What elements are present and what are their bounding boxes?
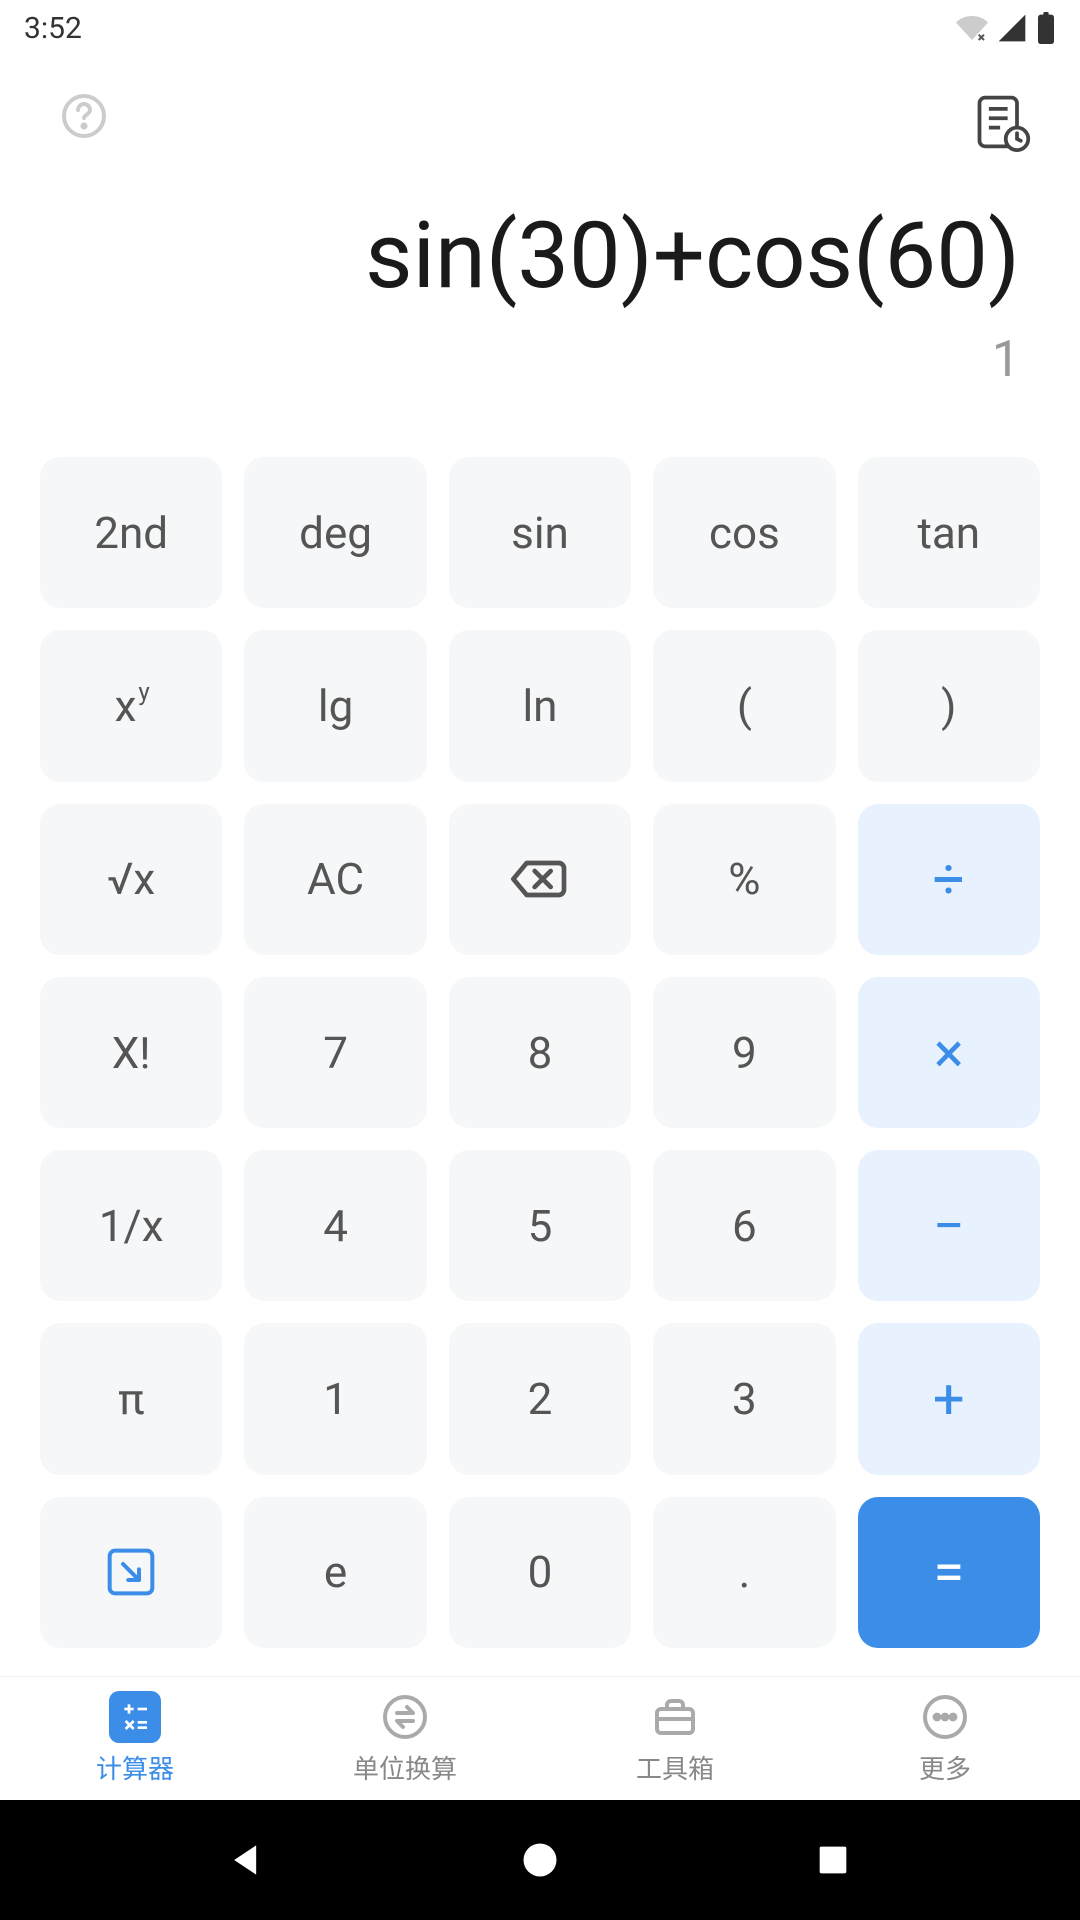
bottom-nav: 计算器 单位换算 工具箱 更多 <box>0 1676 1080 1800</box>
more-icon <box>919 1691 971 1743</box>
toolbox-icon <box>649 1691 701 1743</box>
key-5[interactable]: 5 <box>449 1150 631 1301</box>
key-deg[interactable]: deg <box>244 457 426 608</box>
key-pi[interactable]: π <box>40 1323 222 1474</box>
status-time: 3:52 <box>24 11 82 46</box>
nav-more[interactable]: 更多 <box>810 1677 1080 1800</box>
expression-display: sin(30)+cos(60) <box>60 206 1020 307</box>
key-6[interactable]: 6 <box>653 1150 835 1301</box>
key-9[interactable]: 9 <box>653 977 835 1128</box>
battery-icon <box>1036 12 1056 44</box>
key-factorial[interactable]: X! <box>40 977 222 1128</box>
wifi-off-icon <box>956 12 988 44</box>
key-multiply[interactable]: × <box>858 977 1040 1128</box>
key-reciprocal[interactable]: 1/x <box>40 1150 222 1301</box>
key-dot[interactable]: . <box>653 1497 835 1648</box>
key-minus[interactable]: − <box>858 1150 1040 1301</box>
status-bar: 3:52 <box>0 0 1080 56</box>
key-rparen[interactable]: ) <box>858 630 1040 781</box>
key-3[interactable]: 3 <box>653 1323 835 1474</box>
signal-icon <box>996 12 1028 44</box>
system-recent-button[interactable] <box>803 1830 863 1890</box>
key-7[interactable]: 7 <box>244 977 426 1128</box>
key-sqrt[interactable]: √x <box>40 804 222 955</box>
key-equals[interactable]: = <box>858 1497 1040 1648</box>
key-e[interactable]: e <box>244 1497 426 1648</box>
system-nav-bar <box>0 1800 1080 1920</box>
result-display: 1 <box>60 331 1020 389</box>
nav-unit-convert-label: 单位换算 <box>353 1749 457 1786</box>
key-ac[interactable]: AC <box>244 804 426 955</box>
status-icons <box>956 12 1056 44</box>
key-1[interactable]: 1 <box>244 1323 426 1474</box>
key-percent[interactable]: % <box>653 804 835 955</box>
nav-calculator-label: 计算器 <box>96 1749 174 1786</box>
key-backspace[interactable] <box>449 804 631 955</box>
key-0[interactable]: 0 <box>449 1497 631 1648</box>
nav-unit-convert[interactable]: 单位换算 <box>270 1677 540 1800</box>
key-ln[interactable]: ln <box>449 630 631 781</box>
key-4[interactable]: 4 <box>244 1150 426 1301</box>
key-lg[interactable]: lg <box>244 630 426 781</box>
nav-toolbox[interactable]: 工具箱 <box>540 1677 810 1800</box>
key-sin[interactable]: sin <box>449 457 631 608</box>
key-lparen[interactable]: ( <box>653 630 835 781</box>
key-8[interactable]: 8 <box>449 977 631 1128</box>
keypad: 2nd deg sin cos tan xy lg ln ( ) √x AC %… <box>0 429 1080 1676</box>
key-cos[interactable]: cos <box>653 457 835 608</box>
key-tan[interactable]: tan <box>858 457 1040 608</box>
history-button[interactable] <box>972 92 1020 140</box>
convert-icon <box>379 1691 431 1743</box>
help-button[interactable] <box>60 92 108 140</box>
calculator-icon <box>109 1691 161 1743</box>
nav-toolbox-label: 工具箱 <box>636 1749 714 1786</box>
top-bar <box>0 56 1080 176</box>
key-plus[interactable]: + <box>858 1323 1040 1474</box>
key-2[interactable]: 2 <box>449 1323 631 1474</box>
display-area: sin(30)+cos(60) 1 <box>0 176 1080 429</box>
key-collapse[interactable] <box>40 1497 222 1648</box>
nav-calculator[interactable]: 计算器 <box>0 1677 270 1800</box>
nav-more-label: 更多 <box>919 1749 971 1786</box>
key-2nd[interactable]: 2nd <box>40 457 222 608</box>
system-back-button[interactable] <box>217 1830 277 1890</box>
system-home-button[interactable] <box>510 1830 570 1890</box>
key-divide[interactable]: ÷ <box>858 804 1040 955</box>
key-power[interactable]: xy <box>40 630 222 781</box>
